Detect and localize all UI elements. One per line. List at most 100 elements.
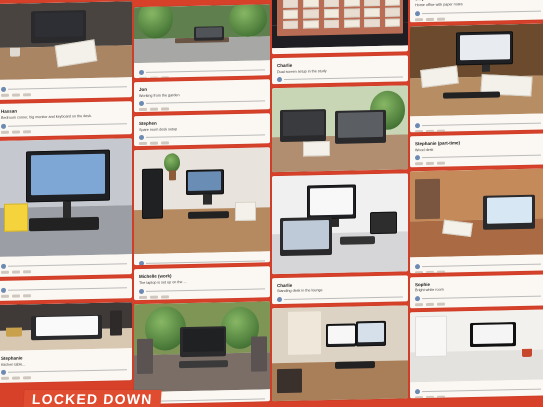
author-avatar[interactable] xyxy=(415,10,420,16)
post-photo[interactable] xyxy=(272,0,408,49)
post-card[interactable] xyxy=(272,173,408,274)
share-button[interactable] xyxy=(161,76,169,78)
share-button[interactable] xyxy=(437,395,445,399)
like-button[interactable] xyxy=(139,142,147,146)
share-button[interactable] xyxy=(161,295,169,299)
post-card[interactable] xyxy=(0,277,132,301)
comment-button[interactable] xyxy=(150,142,158,146)
comment-button[interactable] xyxy=(150,295,158,299)
like-button[interactable] xyxy=(415,395,423,399)
post-card[interactable]: Sophie Bright white room xyxy=(410,273,543,309)
author-avatar[interactable] xyxy=(1,123,6,129)
author-avatar[interactable] xyxy=(415,155,420,161)
author-avatar[interactable] xyxy=(415,296,420,302)
post-photo[interactable] xyxy=(272,85,408,173)
post-photo[interactable] xyxy=(272,173,408,274)
author-avatar[interactable] xyxy=(1,263,6,269)
like-button[interactable] xyxy=(1,376,9,381)
post-card[interactable]: Michelle (work) The laptop is set up on t… xyxy=(134,266,270,300)
like-button[interactable] xyxy=(415,162,423,166)
post-card[interactable]: Jon Working from the garden xyxy=(134,78,270,112)
like-button[interactable] xyxy=(139,295,147,299)
post-card[interactable] xyxy=(0,1,132,100)
share-button[interactable] xyxy=(161,141,169,145)
like-button[interactable] xyxy=(1,93,9,97)
comment-button[interactable] xyxy=(426,162,434,166)
comment-button[interactable] xyxy=(12,376,20,380)
share-button[interactable] xyxy=(437,17,445,21)
post-card[interactable] xyxy=(0,137,132,277)
post-card[interactable] xyxy=(410,309,543,399)
comment-button[interactable] xyxy=(150,107,158,111)
post-photo[interactable] xyxy=(410,309,543,383)
like-button[interactable] xyxy=(139,76,147,78)
post-card[interactable]: Hassan Bedroom corner, big monitor and ke… xyxy=(0,101,132,137)
post-photo[interactable] xyxy=(0,301,132,351)
post-photo[interactable] xyxy=(134,300,270,392)
share-button[interactable] xyxy=(437,302,445,306)
author-avatar[interactable] xyxy=(139,261,144,266)
post-card[interactable] xyxy=(134,300,270,405)
share-button[interactable] xyxy=(23,293,31,297)
post-photo[interactable] xyxy=(410,23,543,117)
author-avatar[interactable] xyxy=(139,101,144,107)
author-avatar[interactable] xyxy=(415,123,420,129)
comment-button[interactable] xyxy=(426,395,434,399)
author-avatar[interactable] xyxy=(277,297,282,303)
post-card[interactable]: StephenHome office with paper notes xyxy=(410,0,543,23)
post-card[interactable]: Charlie Dual screen setup in the study xyxy=(272,55,408,85)
like-button[interactable] xyxy=(1,130,9,134)
comment-button[interactable] xyxy=(426,270,434,273)
like-button[interactable] xyxy=(415,270,423,273)
post-photo[interactable] xyxy=(272,305,408,402)
post-card[interactable] xyxy=(272,0,408,55)
author-avatar[interactable] xyxy=(139,288,144,294)
post-card[interactable]: Stephanie Kitchen table... xyxy=(0,301,132,384)
share-button[interactable] xyxy=(437,270,445,273)
like-button[interactable] xyxy=(1,270,9,274)
share-button[interactable] xyxy=(299,303,307,305)
share-button[interactable] xyxy=(23,93,31,97)
post-card[interactable]: Charlie Standing desk in the lounge xyxy=(272,274,408,305)
post-card[interactable] xyxy=(134,4,270,78)
author-avatar[interactable] xyxy=(1,86,6,92)
post-photo[interactable] xyxy=(134,147,270,255)
like-button[interactable] xyxy=(1,294,9,298)
author-avatar[interactable] xyxy=(139,135,144,141)
author-avatar[interactable] xyxy=(415,388,420,394)
like-button[interactable] xyxy=(415,17,423,21)
comment-button[interactable] xyxy=(12,270,20,274)
like-button[interactable] xyxy=(415,130,423,132)
post-photo[interactable] xyxy=(410,168,543,258)
author-avatar[interactable] xyxy=(415,264,420,270)
post-photo[interactable] xyxy=(0,137,132,257)
like-button[interactable] xyxy=(415,303,423,307)
author-avatar[interactable] xyxy=(277,77,282,83)
comment-button[interactable] xyxy=(426,17,434,21)
share-button[interactable] xyxy=(23,129,31,133)
share-button[interactable] xyxy=(23,376,31,380)
share-button[interactable] xyxy=(23,269,31,273)
comment-button[interactable] xyxy=(12,93,20,97)
comment-button[interactable] xyxy=(12,130,20,134)
comment-button[interactable] xyxy=(12,294,20,298)
like-button[interactable] xyxy=(139,108,147,112)
post-photo[interactable] xyxy=(134,4,270,64)
share-button[interactable] xyxy=(437,161,445,165)
post-card[interactable] xyxy=(410,23,543,132)
post-card[interactable]: Stephen Spare room desk setup xyxy=(134,113,270,147)
share-button[interactable] xyxy=(299,83,307,85)
share-button[interactable] xyxy=(161,107,169,111)
comment-button[interactable] xyxy=(426,130,434,132)
post-card[interactable] xyxy=(134,147,270,266)
share-button[interactable] xyxy=(437,129,445,132)
author-avatar[interactable] xyxy=(1,287,6,293)
author-avatar[interactable] xyxy=(1,369,6,376)
comment-button[interactable] xyxy=(426,302,434,307)
post-card[interactable] xyxy=(272,85,408,173)
post-card[interactable] xyxy=(410,168,543,273)
author-avatar[interactable] xyxy=(139,69,144,76)
post-card[interactable] xyxy=(272,305,408,402)
post-photo[interactable] xyxy=(0,1,132,80)
post-card[interactable]: Stephanie (part-time) Wood desk xyxy=(410,133,543,168)
